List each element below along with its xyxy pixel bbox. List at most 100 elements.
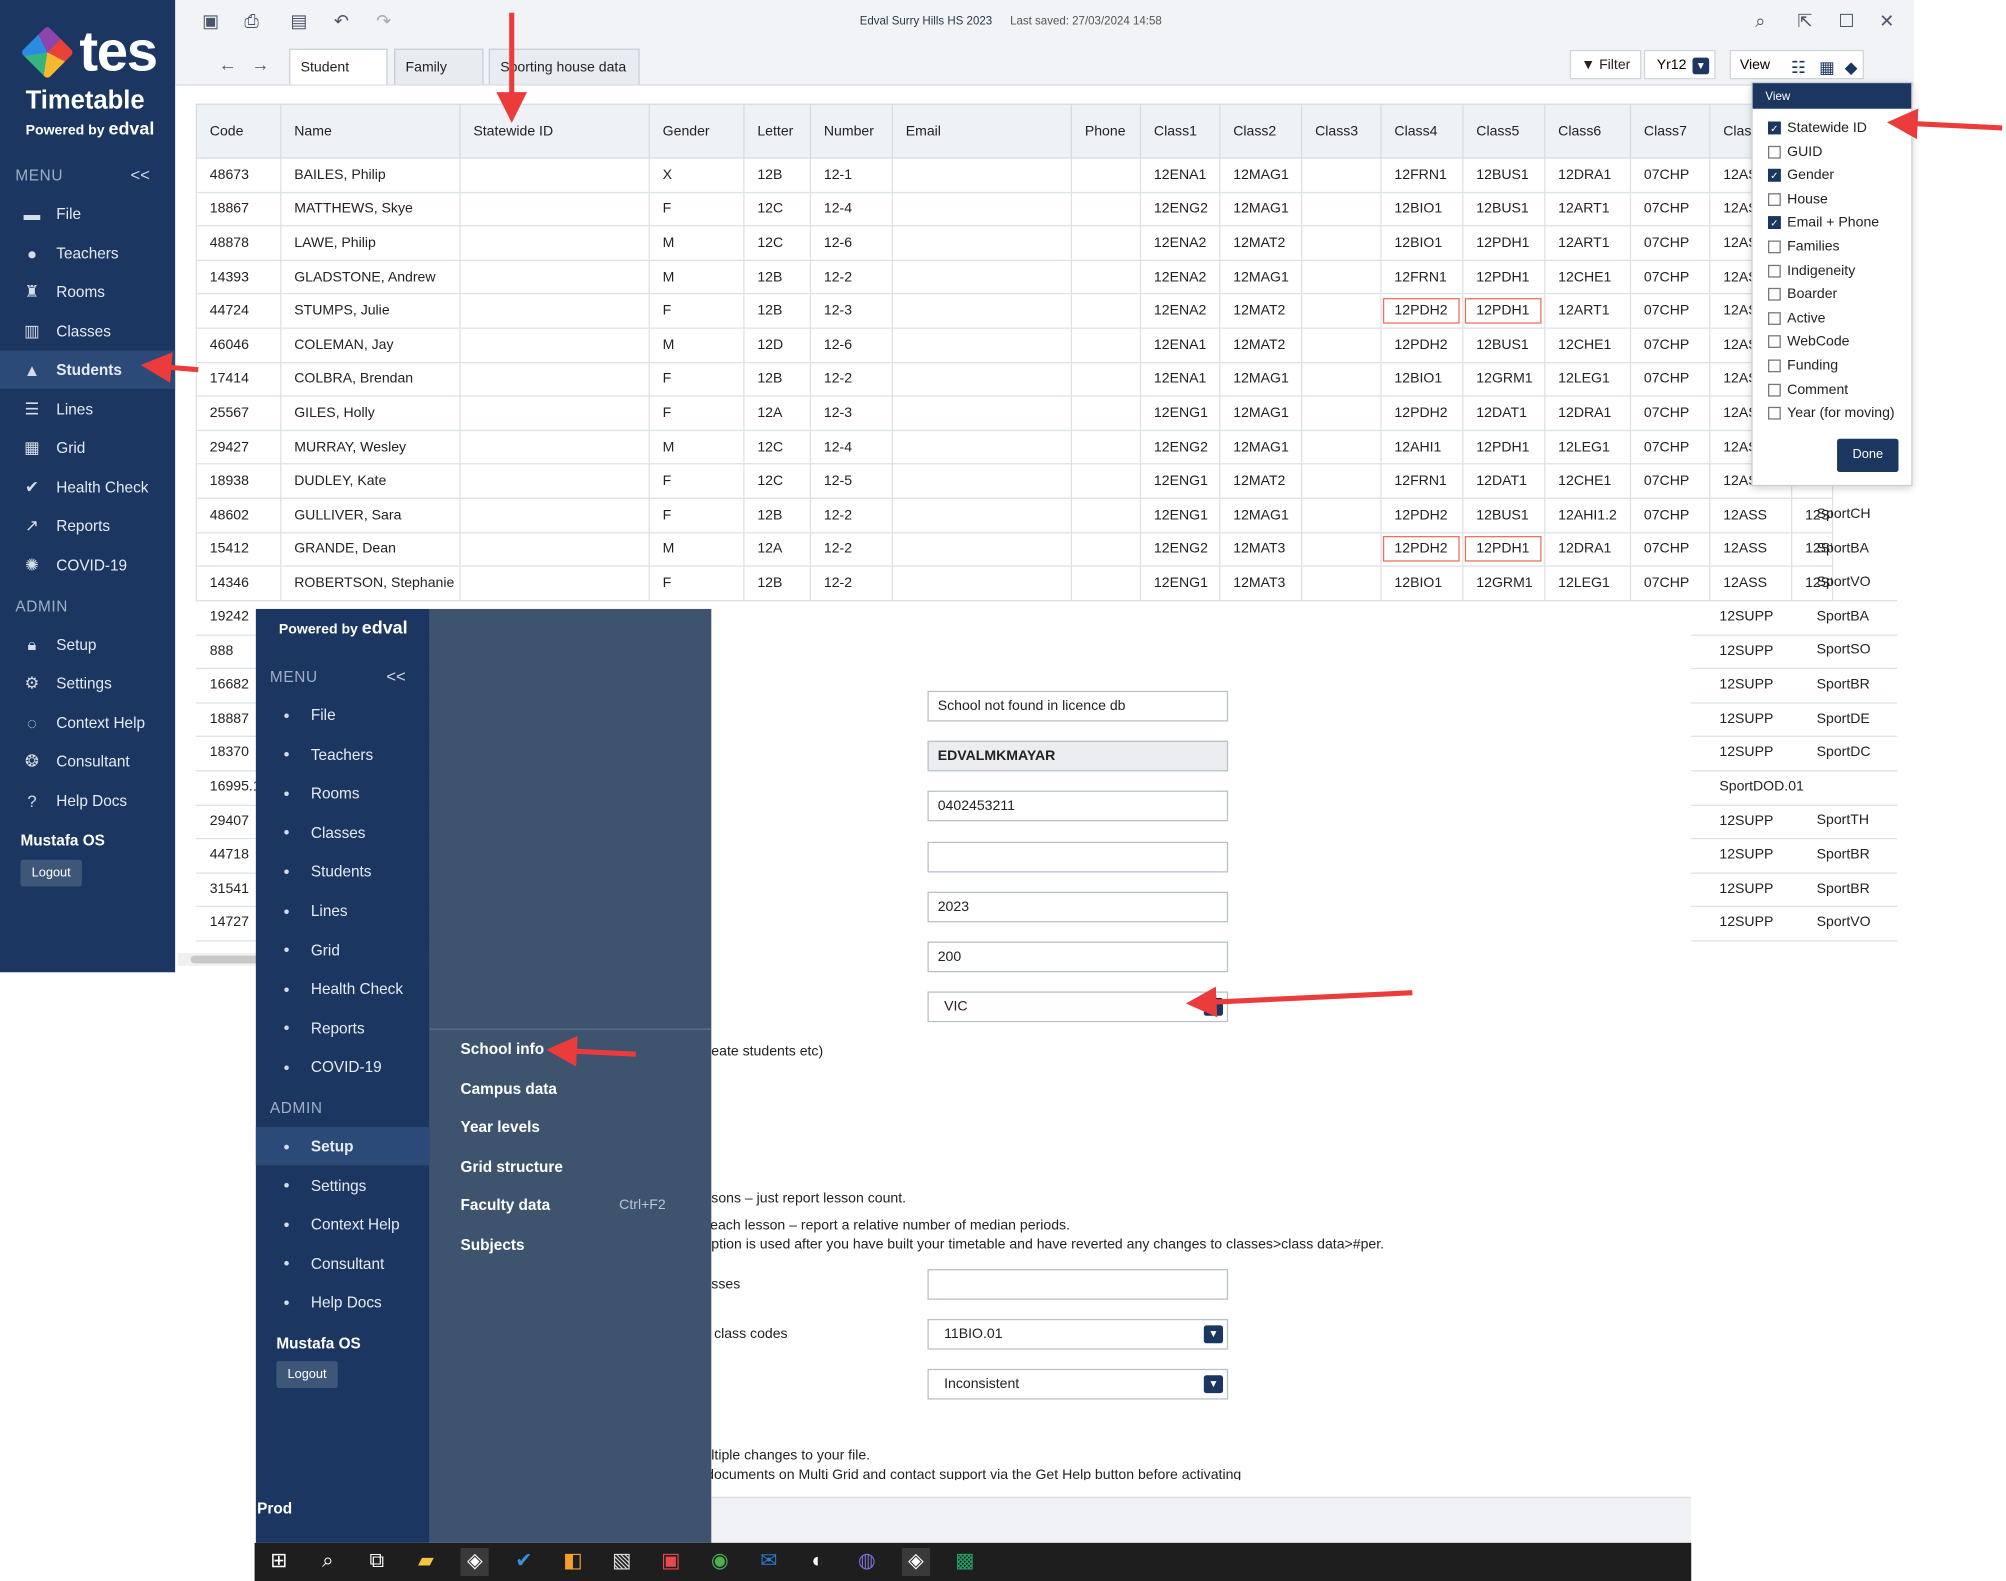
overlay-sidebar-item-grid[interactable]: • Grid [256, 931, 431, 969]
table-row[interactable]: 14393 GLADSTONE, Andrew M 12B 12-2 12ENA2 12MA… [195, 259, 1834, 295]
collapse-menu-button[interactable]: << [130, 165, 149, 184]
tab-family-data[interactable]: Family data [394, 48, 484, 111]
table-cell[interactable]: 12MAT3 [1219, 531, 1303, 567]
class-cell[interactable]: SportDOD.01 [1719, 779, 1803, 794]
sidebar-item-covid[interactable]: ✺ COVID-19 [0, 546, 175, 584]
layout-icon[interactable]: ▦ [1819, 52, 1835, 81]
checkbox[interactable] [1767, 335, 1781, 349]
sidebar-item-settings[interactable]: ⚙ Settings [0, 664, 175, 702]
table-cell[interactable]: 12ASS [1709, 565, 1793, 601]
class-cell[interactable]: 12SUPP [1719, 609, 1773, 624]
table-cell[interactable]: 07CHP [1629, 293, 1711, 329]
overlay-sidebar-item-settings[interactable]: • Settings [256, 1166, 431, 1204]
checkbox[interactable]: ✓ [1767, 216, 1781, 230]
table-cell[interactable]: 48878 [195, 225, 282, 261]
table-cell[interactable] [1070, 327, 1142, 363]
sidebar-item-help-docs[interactable]: ? Help Docs [0, 782, 175, 820]
table-cell[interactable]: 12ENA1 [1139, 327, 1221, 363]
overlay-sidebar-item-help-docs[interactable]: • Help Docs [256, 1284, 431, 1322]
sidebar-item-consultant[interactable]: ❂ Consultant [0, 742, 175, 780]
table-cell[interactable]: 44724 [195, 293, 282, 329]
table-cell[interactable] [459, 327, 650, 363]
table-cell[interactable]: COLBRA, Brendan [280, 361, 461, 397]
view-option-families[interactable]: Families [1767, 239, 1840, 255]
overlay-sidebar-item-health-check[interactable]: • Health Check [256, 970, 431, 1008]
table-cell[interactable]: 25567 [195, 395, 282, 431]
table-cell[interactable]: F [648, 565, 745, 601]
table-cell[interactable]: F [648, 191, 745, 227]
checkbox[interactable] [1767, 192, 1781, 206]
table-cell[interactable]: 12PDH1 [1462, 259, 1546, 295]
table-cell[interactable]: DUDLEY, Kate [280, 463, 461, 499]
table-cell[interactable]: 12PDH2 [1380, 395, 1464, 431]
overlay-sidebar-item-classes[interactable]: • Classes [256, 813, 431, 851]
table-cell[interactable] [1070, 191, 1142, 227]
table-row[interactable]: 44724 STUMPS, Julie F 12B 12-3 12ENA2 12MAT2 12… [195, 293, 1834, 329]
red-app-icon[interactable]: ▣ [657, 1548, 685, 1576]
sport-cell[interactable]: SportCH [1817, 507, 1878, 522]
column-header[interactable]: Name [280, 103, 461, 159]
table-cell[interactable]: 07CHP [1629, 565, 1711, 601]
table-cell[interactable]: M [648, 429, 745, 465]
checkbox[interactable] [1767, 359, 1781, 373]
table-cell[interactable]: 12PDH1 [1462, 293, 1546, 329]
table-cell[interactable]: 12-3 [809, 293, 893, 329]
tab-sporting-house-data[interactable]: Sporting house data [488, 48, 640, 85]
table-cell[interactable]: 12B [743, 497, 812, 533]
table-row[interactable]: 48673 BAILES, Philip X 12B 12-1 12ENA1 12MAG1 1… [195, 157, 1834, 193]
help-diamond-icon[interactable]: ◆ [1845, 52, 1858, 81]
table-cell[interactable]: STUMPS, Julie [280, 293, 461, 329]
table-cell[interactable]: 12PDH2 [1380, 497, 1464, 533]
submenu-item-faculty-data[interactable]: Faculty data [461, 1196, 551, 1214]
table-cell[interactable] [1070, 429, 1142, 465]
checkbox[interactable]: ✓ [1767, 121, 1781, 135]
table-cell[interactable] [1070, 225, 1142, 261]
table-cell[interactable]: 29427 [195, 429, 282, 465]
table-cell[interactable]: 12MAT3 [1219, 565, 1303, 601]
view-option-house[interactable]: House [1767, 192, 1828, 207]
table-cell[interactable]: 12-1 [809, 157, 893, 193]
table-cell[interactable]: COLEMAN, Jay [280, 327, 461, 363]
sport-cell[interactable]: SportBR [1817, 881, 1878, 896]
student-code-cell[interactable]: 16995.1 [210, 779, 261, 794]
sidebar-item-classes[interactable]: ▥ Classes [0, 312, 175, 350]
table-row[interactable]: 46046 COLEMAN, Jay M 12D 12-6 12ENA1 12MAT2 12P… [195, 327, 1834, 363]
year-select[interactable]: Yr12 ▼ [1643, 49, 1716, 80]
print-icon[interactable]: ⎙ [244, 10, 258, 32]
table-cell[interactable]: 12BIO1 [1380, 225, 1464, 261]
table-cell[interactable]: 12BIO1 [1380, 361, 1464, 397]
overlay-sidebar-item-teachers[interactable]: • Teachers [256, 735, 431, 773]
table-cell[interactable] [1301, 191, 1382, 227]
table-cell[interactable]: 18867 [195, 191, 282, 227]
view-button[interactable]: View [1740, 58, 1770, 73]
table-cell[interactable] [459, 497, 650, 533]
table-cell[interactable] [891, 293, 1073, 329]
table-cell[interactable]: 12C [743, 191, 812, 227]
table-cell[interactable]: 12BUS1 [1462, 327, 1546, 363]
table-cell[interactable] [1070, 293, 1142, 329]
class-cell[interactable]: 12SUPP [1719, 711, 1773, 726]
filter-button[interactable]: ▼ Filter [1569, 49, 1642, 80]
table-row[interactable]: 29427 MURRAY, Wesley M 12C 12-4 12ENG2 12MAG1 1… [195, 429, 1834, 465]
table-cell[interactable]: 12B [743, 565, 812, 601]
sidebar-item-context-help[interactable]: ◌ Context Help [0, 704, 175, 742]
table-cell[interactable]: 14346 [195, 565, 282, 601]
table-cell[interactable] [1301, 531, 1382, 567]
table-cell[interactable]: 12BIO1 [1380, 565, 1464, 601]
checkbox[interactable] [1767, 407, 1781, 420]
sport-cell[interactable]: SportTH [1817, 813, 1878, 828]
table-cell[interactable]: 12ENG2 [1139, 531, 1221, 567]
table-cell[interactable]: 12B [743, 157, 812, 193]
column-header[interactable]: Class2 [1219, 103, 1303, 159]
text-field[interactable] [927, 1269, 1229, 1300]
column-header[interactable]: Class6 [1544, 103, 1632, 159]
table-cell[interactable]: 18938 [195, 463, 282, 499]
column-header[interactable]: Letter [743, 103, 812, 159]
table-cell[interactable]: 12BIO1 [1380, 191, 1464, 227]
table-row[interactable]: 15412 GRANDE, Dean M 12A 12-2 12ENG2 12MAT3 12P… [195, 531, 1834, 567]
table-cell[interactable] [891, 327, 1073, 363]
sidebar-item-students[interactable]: ▲ Students [0, 350, 176, 389]
table-cell[interactable] [459, 157, 650, 193]
column-header[interactable]: Number [809, 103, 893, 159]
table-cell[interactable] [891, 225, 1073, 261]
